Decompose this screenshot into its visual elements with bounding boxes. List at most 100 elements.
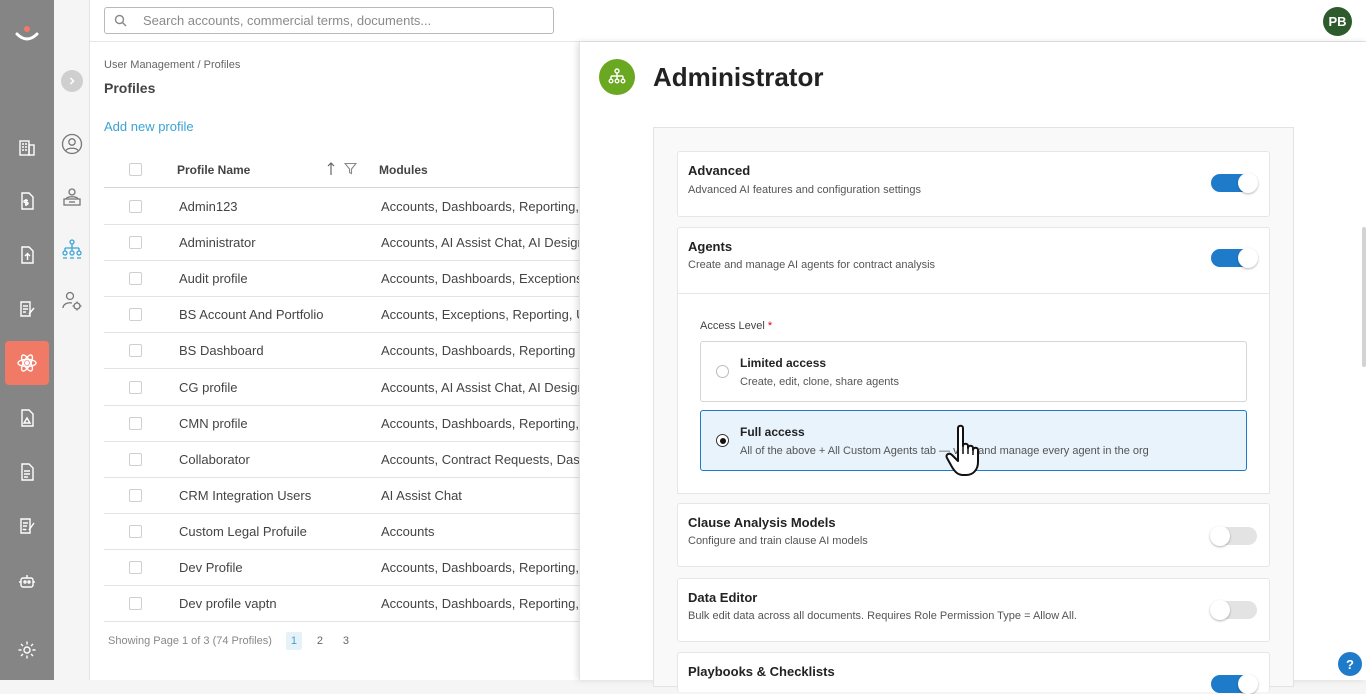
profiles-table-body: Admin123 Accounts, Dashboards, Reporting,… xyxy=(104,189,580,623)
profile-modules: Accounts, Dashboards, Reporting, Te xyxy=(381,199,580,215)
table-row[interactable]: CRM Integration Users AI Assist Chat xyxy=(104,478,580,514)
expand-chevron-icon[interactable] xyxy=(61,70,83,92)
accounts-building-icon[interactable] xyxy=(13,133,41,161)
limited-access-option[interactable]: Limited access Create, edit, clone, shar… xyxy=(700,341,1247,402)
user-management-subnav xyxy=(54,0,90,680)
filter-icon[interactable] xyxy=(343,162,358,180)
settings-gear-icon[interactable] xyxy=(13,636,41,664)
profile-modules: Accounts, AI Assist Chat, AI Design S xyxy=(381,235,580,251)
data-editor-desc: Bulk edit data across all documents. Req… xyxy=(688,610,1077,622)
upload-doc-icon[interactable] xyxy=(13,241,41,269)
table-row[interactable]: Custom Legal Profuile Accounts xyxy=(104,514,580,550)
row-checkbox[interactable] xyxy=(129,452,142,466)
profile-name[interactable]: BS Dashboard xyxy=(179,343,264,358)
profile-name[interactable]: Collaborator xyxy=(179,452,250,467)
full-access-title: Full access xyxy=(740,425,805,439)
profile-modules: AI Assist Chat xyxy=(381,487,462,503)
top-bar: PB xyxy=(90,0,1366,42)
profiles-hierarchy-icon[interactable] xyxy=(58,235,86,263)
table-row[interactable]: CMN profile Accounts, Dashboards, Reporti… xyxy=(104,406,580,442)
profile-name[interactable]: Admin123 xyxy=(179,199,238,214)
ai-atom-icon[interactable] xyxy=(5,341,49,385)
search-input[interactable] xyxy=(143,13,543,28)
profile-name[interactable]: CG profile xyxy=(179,380,238,395)
profile-name[interactable]: BS Account And Portfolio xyxy=(179,307,324,322)
table-row[interactable]: Dev profile vaptn Accounts, Dashboards, R… xyxy=(104,586,580,623)
edit-doc-icon[interactable] xyxy=(13,295,41,323)
left-nav-rail xyxy=(0,0,54,680)
table-row[interactable]: BS Account And Portfolio Accounts, Except… xyxy=(104,297,580,334)
profile-name[interactable]: Custom Legal Profuile xyxy=(179,524,307,539)
user-card-icon[interactable] xyxy=(58,183,86,211)
user-avatar[interactable]: PB xyxy=(1323,7,1352,36)
breadcrumb[interactable]: User Management / Profiles xyxy=(104,59,240,71)
row-checkbox[interactable] xyxy=(129,524,142,538)
full-access-radio[interactable] xyxy=(716,434,729,447)
row-checkbox[interactable] xyxy=(129,272,142,286)
playbooks-card: Playbooks & Checklists xyxy=(677,652,1270,694)
help-button[interactable]: ? xyxy=(1338,652,1362,676)
select-all-checkbox[interactable] xyxy=(129,163,142,176)
advanced-module-card: Advanced Advanced AI features and config… xyxy=(677,151,1270,217)
profile-modules: Accounts, Dashboards, Reporting, Te xyxy=(381,559,580,575)
signature-doc-icon[interactable] xyxy=(13,512,41,540)
page-3-button[interactable]: 3 xyxy=(338,632,354,650)
bot-icon[interactable] xyxy=(13,567,41,595)
row-checkbox[interactable] xyxy=(129,344,142,358)
search-icon xyxy=(105,14,135,27)
row-checkbox[interactable] xyxy=(129,597,142,611)
profile-modules: Accounts, AI Assist Chat, AI Design S xyxy=(381,379,580,395)
clause-analysis-card: Clause Analysis Models Configure and tra… xyxy=(677,503,1270,567)
add-new-profile-link[interactable]: Add new profile xyxy=(104,119,194,134)
profile-name[interactable]: Dev Profile xyxy=(179,560,243,575)
table-row[interactable]: CG profile Accounts, AI Assist Chat, AI D… xyxy=(104,369,580,406)
table-row[interactable]: Administrator Accounts, AI Assist Chat, A… xyxy=(104,225,580,262)
row-checkbox[interactable] xyxy=(129,308,142,322)
user-circle-icon[interactable] xyxy=(58,130,86,158)
column-profile-name[interactable]: Profile Name xyxy=(177,163,250,177)
hand-pointer-icon xyxy=(944,424,988,483)
profile-name[interactable]: Audit profile xyxy=(179,271,248,286)
row-checkbox[interactable] xyxy=(129,200,142,214)
profile-name[interactable]: CMN profile xyxy=(179,416,248,431)
profile-hierarchy-icon xyxy=(599,59,635,95)
table-row[interactable]: BS Dashboard Accounts, Dashboards, Report… xyxy=(104,333,580,370)
row-checkbox[interactable] xyxy=(129,560,142,574)
row-checkbox[interactable] xyxy=(129,488,142,502)
column-modules: Modules xyxy=(379,162,428,177)
sort-arrow-icon[interactable] xyxy=(326,162,336,181)
row-checkbox[interactable] xyxy=(129,416,142,430)
agents-title: Agents xyxy=(688,239,733,254)
agents-toggle[interactable] xyxy=(1211,248,1258,268)
table-row[interactable]: Dev Profile Accounts, Dashboards, Reporti… xyxy=(104,550,580,587)
clause-analysis-desc: Configure and train clause AI models xyxy=(688,535,868,547)
limited-access-radio[interactable] xyxy=(716,365,729,378)
row-checkbox[interactable] xyxy=(129,236,142,250)
profile-name[interactable]: Administrator xyxy=(179,235,256,250)
app-logo-icon[interactable] xyxy=(13,20,41,48)
row-checkbox[interactable] xyxy=(129,380,142,394)
profile-name[interactable]: Dev profile vaptn xyxy=(179,596,277,611)
profiles-list-panel: User Management / Profiles Profiles Add … xyxy=(90,42,580,680)
drawer-scrollbar[interactable] xyxy=(1362,227,1366,367)
page-1-button[interactable]: 1 xyxy=(285,632,302,650)
table-row[interactable]: Audit profile Accounts, Dashboards, Excep… xyxy=(104,261,580,298)
advanced-toggle[interactable] xyxy=(1211,173,1258,193)
commercial-doc-icon[interactable] xyxy=(13,187,41,215)
global-search[interactable] xyxy=(104,7,554,34)
user-settings-icon[interactable] xyxy=(58,287,86,315)
pagination: Showing Page 1 of 3 (74 Profiles) 1 2 3 xyxy=(108,632,354,650)
page-2-button[interactable]: 2 xyxy=(312,632,328,650)
table-row[interactable]: Admin123 Accounts, Dashboards, Reporting,… xyxy=(104,189,580,226)
advanced-desc: Advanced AI features and configuration s… xyxy=(688,184,921,196)
document-icon[interactable] xyxy=(13,458,41,486)
page-title: Profiles xyxy=(104,80,156,96)
table-row[interactable]: Collaborator Accounts, Contract Requests,… xyxy=(104,442,580,478)
access-level-label: Access Level * xyxy=(700,320,773,332)
playbooks-toggle[interactable] xyxy=(1211,674,1258,694)
table-header: Profile Name Modules xyxy=(104,152,580,188)
profile-name[interactable]: CRM Integration Users xyxy=(179,488,311,503)
image-doc-icon[interactable] xyxy=(13,404,41,432)
data-editor-toggle[interactable] xyxy=(1210,600,1257,620)
clause-analysis-toggle[interactable] xyxy=(1210,526,1257,546)
